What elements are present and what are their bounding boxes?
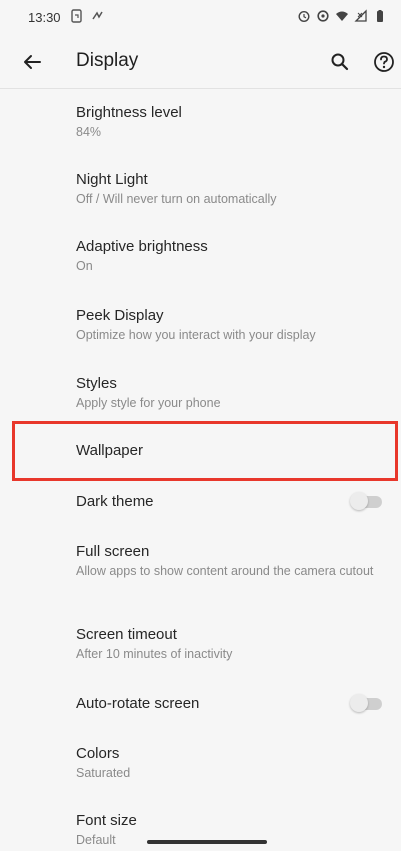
setting-title: Styles	[76, 375, 117, 392]
status-notification-icons	[70, 9, 104, 23]
setting-title: Brightness level	[76, 104, 182, 121]
setting-subtitle: Saturated	[76, 766, 131, 780]
search-icon	[331, 53, 349, 71]
screenshot-notification-icon	[71, 9, 82, 23]
setting-dark-theme[interactable]: Dark theme	[0, 486, 401, 520]
status-bar: 13:30	[0, 0, 401, 36]
setting-title: Full screen	[76, 543, 150, 560]
setting-title: Auto-rotate screen	[76, 695, 200, 712]
help-icon	[374, 52, 394, 72]
setting-subtitle: Optimize how you interact with your disp…	[76, 328, 316, 342]
sync-notification-icon	[92, 11, 103, 20]
highlight-box	[12, 421, 398, 481]
setting-title: Font size	[76, 812, 137, 829]
setting-screen-timeout[interactable]: Screen timeout After 10 minutes of inact…	[0, 620, 401, 670]
setting-title: Screen timeout	[76, 626, 177, 643]
setting-night-light[interactable]: Night Light Off / Will never turn on aut…	[0, 167, 401, 223]
setting-title: Colors	[76, 745, 120, 762]
setting-auto-rotate-screen[interactable]: Auto-rotate screen	[0, 688, 401, 722]
setting-subtitle: Apply style for your phone	[76, 396, 221, 410]
setting-peek-display[interactable]: Peek Display Optimize how you interact w…	[0, 301, 401, 357]
appbar-divider	[0, 88, 401, 89]
toggle-thumb	[350, 492, 368, 510]
status-time: 13:30	[28, 10, 61, 25]
auto-rotate-toggle[interactable]	[350, 694, 384, 712]
setting-subtitle: Allow apps to show content around the ca…	[76, 564, 374, 578]
status-system-icons	[297, 9, 387, 23]
battery-icon	[377, 10, 383, 22]
setting-title: Night Light	[76, 171, 148, 188]
setting-subtitle: On	[76, 259, 93, 273]
cellular-signal-icon	[354, 9, 367, 22]
back-button[interactable]	[18, 48, 46, 76]
setting-colors[interactable]: Colors Saturated	[0, 739, 401, 789]
search-button[interactable]	[326, 48, 354, 76]
setting-styles[interactable]: Styles Apply style for your phone	[0, 369, 401, 425]
setting-subtitle: Off / Will never turn on automatically	[76, 192, 277, 206]
home-indicator[interactable]	[147, 840, 267, 844]
data-saver-icon	[317, 10, 329, 22]
setting-subtitle: After 10 minutes of inactivity	[76, 647, 233, 661]
setting-title: Adaptive brightness	[76, 238, 208, 255]
setting-adaptive-brightness[interactable]: Adaptive brightness On	[0, 234, 401, 290]
setting-title: Dark theme	[76, 493, 154, 510]
setting-subtitle: 84%	[76, 125, 102, 139]
page-title: Display	[76, 50, 139, 71]
setting-full-screen[interactable]: Full screen Allow apps to show content a…	[0, 537, 401, 601]
back-arrow-icon	[24, 55, 41, 69]
app-bar: Display	[0, 36, 401, 88]
toggle-thumb	[350, 694, 368, 712]
help-button[interactable]	[370, 48, 398, 76]
setting-brightness-level[interactable]: Brightness level 84%	[0, 100, 401, 156]
setting-title: Peek Display	[76, 307, 164, 324]
dark-theme-toggle[interactable]	[350, 492, 384, 510]
wifi-icon	[336, 11, 348, 21]
alarm-icon	[298, 10, 310, 23]
